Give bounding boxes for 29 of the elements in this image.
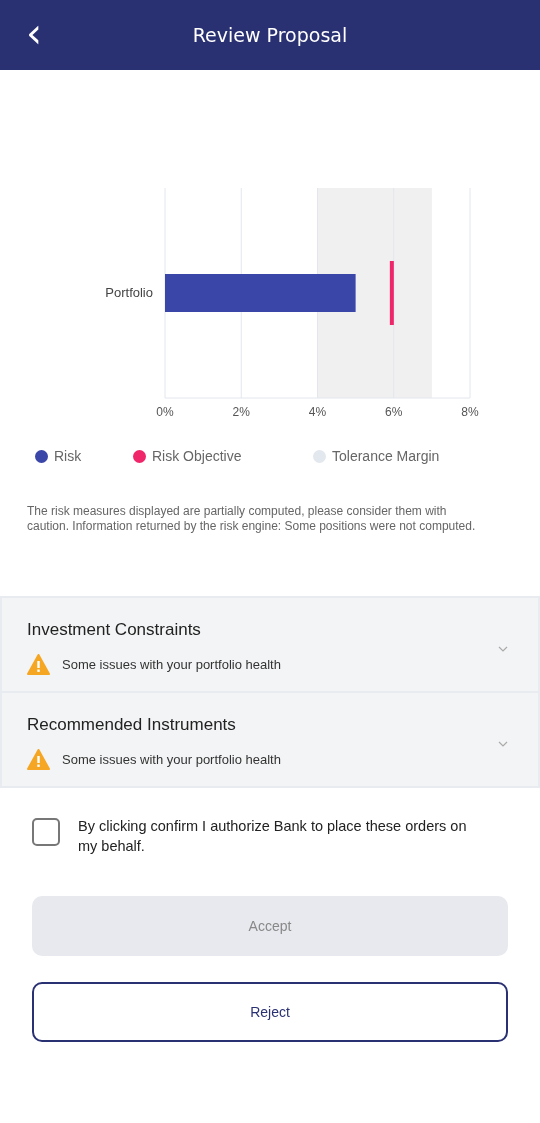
legend-dot [133, 449, 146, 463]
warning-icon [27, 749, 50, 770]
axis-tick-label: 6% [385, 405, 403, 419]
axis-tick-label: 4% [308, 405, 327, 419]
category-label: Portfolio [105, 285, 153, 300]
screen-title: Review Proposal [192, 24, 348, 46]
warning-icon [27, 654, 50, 675]
axis-tick-label: 2% [232, 405, 250, 419]
chevron-icon [498, 646, 508, 652]
accordion-panel[interactable]: Recommended Instruments Some issues with your portfolio health [0, 691, 540, 788]
legend-dot [35, 449, 48, 463]
risk-note: The risk measures displayed are partially computed, please consider them with caution. Information returned by the risk engine: Some positions were not computed. [26, 503, 477, 534]
consent-checkbox[interactable] [32, 818, 60, 846]
section-title: Recommended Instruments [27, 715, 237, 735]
legend-label: Risk Objective [152, 448, 242, 464]
warning-text: Some issues with your portfolio health [62, 752, 281, 767]
consent-label: By clicking confirm I authorize Bank to place these orders on my behalf. [78, 817, 468, 856]
axis-tick-label: 8% [461, 405, 479, 419]
objective-marker [389, 261, 394, 325]
warning-text: Some issues with your portfolio health [62, 657, 281, 672]
chevron-icon [498, 741, 508, 747]
section-title: Investment Constraints [27, 620, 202, 640]
legend-dot [313, 449, 326, 463]
legend-label: Tolerance Margin [332, 448, 440, 464]
reject-button[interactable]: Reject [32, 982, 508, 1042]
axis-tick-label: 0% [156, 405, 174, 419]
legend-label: Risk [54, 448, 82, 464]
back-button[interactable]: ‹ [20, 18, 48, 48]
accordion-panel[interactable]: Investment Constraints Some issues with your portfolio health [0, 596, 540, 691]
